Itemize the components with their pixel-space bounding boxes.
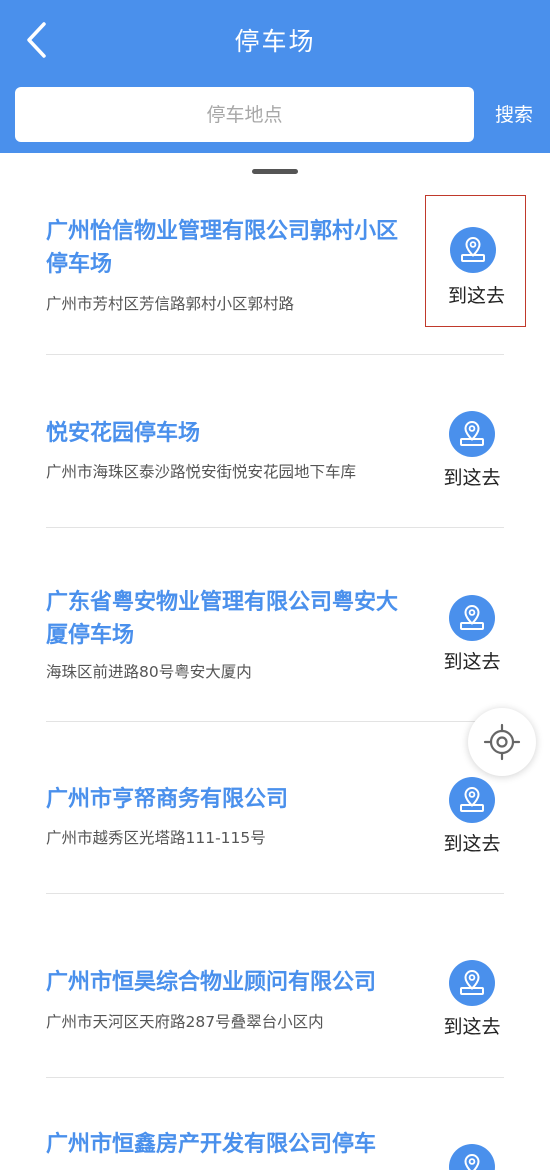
go-here-label: 到这去 (443, 833, 501, 855)
go-here-button[interactable]: 到这去 (425, 195, 526, 327)
divider (46, 721, 504, 722)
map-pin-icon (449, 1144, 495, 1170)
locate-button[interactable] (468, 708, 536, 776)
page-title: 停车场 (234, 27, 316, 56)
parking-name[interactable]: 广州怡信物业管理有限公司郭村小区停车场 (46, 215, 418, 281)
app-header: 停车场 搜索 (0, 0, 550, 153)
parking-address: 广州市芳村区芳信路郭村小区郭村路 (46, 295, 295, 313)
map-pin-icon (449, 411, 495, 457)
parking-address: 广州市天河区天府路287号叠翠台小区内 (46, 1013, 324, 1031)
search-input[interactable] (15, 87, 474, 142)
parking-address: 广州市海珠区泰沙路悦安街悦安花园地下车库 (46, 463, 357, 481)
go-here-button[interactable]: 到这去 (430, 581, 514, 677)
go-here-button[interactable]: 到这去 (430, 946, 514, 1042)
map-pin-icon (450, 227, 496, 273)
go-here-label: 到这去 (447, 285, 505, 307)
go-here-button[interactable]: 到这去 (430, 397, 514, 493)
divider (46, 527, 504, 528)
crosshair-locate-icon (483, 723, 521, 761)
map-pin-icon (449, 777, 495, 823)
map-pin-icon (449, 595, 495, 641)
drag-handle[interactable] (252, 169, 298, 174)
go-here-label: 到这去 (443, 1016, 501, 1038)
parking-name[interactable]: 广东省粤安物业管理有限公司粤安大厦停车场 (46, 586, 418, 652)
parking-name[interactable]: 悦安花园停车场 (46, 417, 418, 450)
parking-address: 海珠区前进路80号粤安大厦内 (46, 663, 252, 681)
go-here-label: 到这去 (443, 467, 501, 489)
divider (46, 354, 504, 355)
parking-name[interactable]: 广州市亨帑商务有限公司 (46, 783, 418, 816)
divider (46, 893, 504, 894)
parking-name[interactable]: 广州市恒昊综合物业顾问有限公司 (46, 966, 418, 999)
parking-address: 广州市越秀区光塔路111-115号 (46, 829, 266, 847)
go-here-button[interactable] (430, 1130, 514, 1170)
parking-name[interactable]: 广州市恒鑫房产开发有限公司停车 (46, 1128, 426, 1161)
search-button[interactable]: 搜索 (486, 100, 542, 130)
divider (46, 1077, 504, 1078)
go-here-button[interactable]: 到这去 (430, 763, 514, 859)
go-here-label: 到这去 (443, 651, 501, 673)
map-pin-icon (449, 960, 495, 1006)
